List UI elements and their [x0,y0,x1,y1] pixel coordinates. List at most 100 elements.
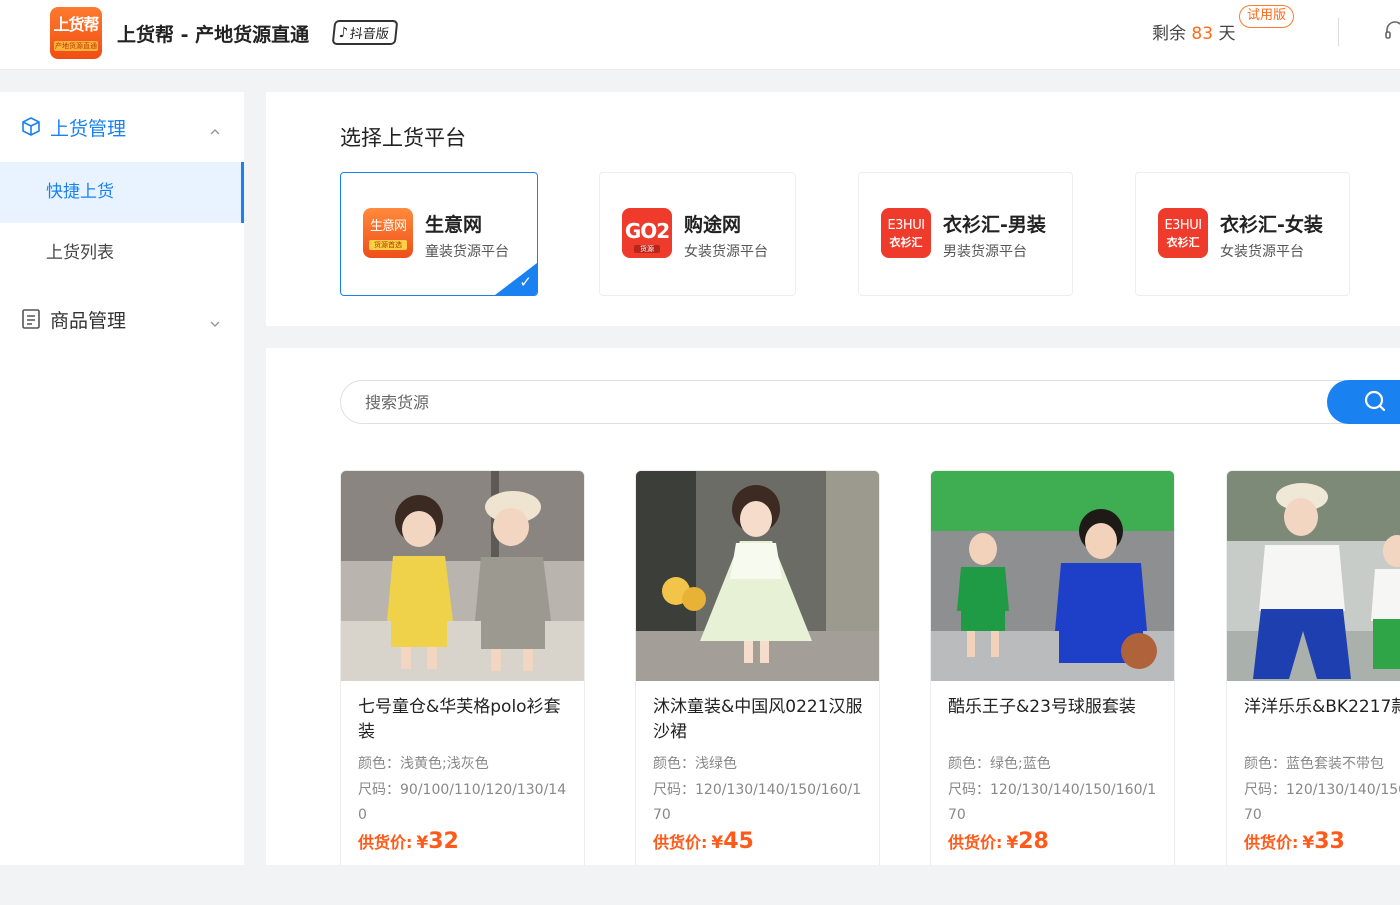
platform-card-e3hui-men[interactable]: E3HUI 衣衫汇 衣衫汇-男装 男装货源平台 [858,172,1073,296]
product-color: 颜色：蓝色套装不带包 [1244,753,1400,773]
product-card[interactable]: 沐沐童装&中国风0221汉服沙裙 颜色：浅绿色 尺码：120/130/140/1… [635,470,880,865]
product-title: 七号童仓&华芙格polo衫套装 [358,697,561,742]
product-size: 尺码：120/130/140/150/160/170 [948,778,1160,828]
platform-logo-bottom: 货源 [634,245,660,253]
product-size: 尺码：90/100/110/120/130/140 [358,778,570,828]
top-header: 上货帮 产地货源直通 上货帮 - 产地货源直通 ♪ 抖音版 剩余 83 天 试用… [0,0,1400,70]
product-price: 供货价: ¥33 [1244,829,1345,854]
search-bar [340,380,1400,424]
color-value: 浅黄色;浅灰色 [400,756,489,772]
platform-logo: E3HUI 衣衫汇 [1158,208,1208,258]
color-value: 绿色;蓝色 [990,756,1051,772]
section-title: 选择上货平台 [340,126,466,150]
product-title: 洋洋乐乐&BK2217款套装 [1244,697,1400,717]
product-size: 尺码：120/130/140/150/160/170 [1244,778,1400,828]
product-color: 颜色：绿色;蓝色 [948,753,1166,773]
size-label: 尺码： [948,782,990,798]
product-card[interactable]: 洋洋乐乐&BK2217款套装 颜色：蓝色套装不带包 尺码：120/130/140… [1226,470,1400,865]
platform-card-e3hui-women[interactable]: E3HUI 衣衫汇 衣衫汇-女装 女装货源平台 [1135,172,1350,296]
currency-symbol: ¥ [711,833,724,853]
product-price: 供货价: ¥28 [948,829,1049,854]
sidebar-item-listing-list[interactable]: 上货列表 [0,223,244,284]
header-divider [1338,18,1339,46]
platform-panel: 选择上货平台 生意网 货源首选 生意网 童装货源平台 ✓ GO2 货源 购途网 … [266,92,1400,326]
product-image[interactable] [636,471,879,681]
search-icon [1364,390,1386,412]
price-label: 供货价: [653,833,708,852]
headset-icon[interactable] [1384,20,1400,42]
color-value: 蓝色套装不带包 [1286,756,1384,772]
currency-symbol: ¥ [416,833,429,853]
product-price: 供货价: ¥45 [653,829,754,854]
product-card[interactable]: 七号童仓&华芙格polo衫套装 颜色：浅黄色;浅灰色 尺码：90/100/110… [340,470,585,865]
sidebar-group-listing[interactable]: 上货管理 [0,92,244,162]
document-icon [20,308,42,330]
product-image[interactable] [341,471,584,681]
search-button[interactable] [1327,380,1400,424]
box-icon [20,116,42,138]
search-input[interactable] [365,390,1265,414]
app-title: 上货帮 - 产地货源直通 [117,24,310,46]
color-label: 颜色： [1244,756,1286,772]
platform-logo-bottom: 衣衫汇 [889,236,923,249]
remaining-days-count: 83 [1191,24,1214,44]
price-value: 32 [428,829,459,854]
sidebar-group-products[interactable]: 商品管理 [0,284,244,354]
douyin-badge: ♪ 抖音版 [331,20,399,45]
remaining-prefix: 剩余 [1152,24,1186,44]
product-title: 沐沐童装&中国风0221汉服沙裙 [653,697,863,742]
platform-desc: 女装货源平台 [684,244,768,260]
product-image[interactable] [1227,471,1400,681]
check-icon: ✓ [519,273,532,291]
size-label: 尺码： [653,782,695,798]
size-label: 尺码： [358,782,400,798]
platform-logo-top: E3HUI [1164,218,1202,233]
color-value: 浅绿色 [695,756,737,772]
trial-badge[interactable]: 试用版 [1239,5,1295,28]
size-label: 尺码： [1244,782,1286,798]
color-label: 颜色： [948,756,990,772]
product-card[interactable]: 酷乐王子&23号球服套装 颜色：绿色;蓝色 尺码：120/130/140/150… [930,470,1175,865]
platform-logo-top: GO2 [624,219,670,243]
douyin-note-icon: ♪ [338,24,349,41]
douyin-badge-label: 抖音版 [348,27,390,42]
color-label: 颜色： [653,756,695,772]
price-label: 供货价: [948,833,1003,852]
price-value: 45 [723,829,754,854]
platform-logo-bottom: 衣衫汇 [1166,236,1200,249]
product-image[interactable] [931,471,1174,681]
platform-name: 生意网 [425,214,483,236]
platform-desc: 男装货源平台 [943,244,1027,260]
platform-logo: E3HUI 衣衫汇 [881,208,931,258]
platform-name: 购途网 [684,214,742,236]
remaining-days: 剩余 83 天 [1152,19,1235,44]
platform-card-go2[interactable]: GO2 货源 购途网 女装货源平台 [599,172,796,296]
sidebar-group-label: 上货管理 [50,117,127,140]
chevron-down-icon [210,312,220,327]
sidebar-item-quick-listing[interactable]: 快捷上货 [0,162,244,223]
platform-card-syw[interactable]: 生意网 货源首选 生意网 童装货源平台 ✓ [340,172,538,296]
platform-logo-top: E3HUI [887,218,925,233]
product-title: 酷乐王子&23号球服套装 [948,697,1136,717]
product-size: 尺码：120/130/140/150/160/170 [653,778,865,828]
platform-logo: GO2 货源 [622,208,672,258]
platform-logo: 生意网 货源首选 [363,208,413,258]
color-label: 颜色： [358,756,400,772]
currency-symbol: ¥ [1006,833,1019,853]
currency-symbol: ¥ [1302,833,1315,853]
platform-name: 衣衫汇-男装 [943,214,1046,236]
price-value: 28 [1018,829,1049,854]
product-panel: 七号童仓&华芙格polo衫套装 颜色：浅黄色;浅灰色 尺码：90/100/110… [266,348,1400,865]
logo-subtext: 产地货源直通 [54,41,98,51]
price-label: 供货价: [358,833,413,852]
price-value: 33 [1314,829,1345,854]
platform-name: 衣衫汇-女装 [1220,214,1323,236]
price-label: 供货价: [1244,833,1299,852]
sidebar: 上货管理 快捷上货 上货列表 商品管理 [0,92,244,865]
product-color: 颜色：浅黄色;浅灰色 [358,753,576,773]
platform-logo-bottom: 货源首选 [369,240,407,250]
app-logo[interactable]: 上货帮 产地货源直通 [50,7,102,59]
platform-desc: 女装货源平台 [1220,244,1304,260]
remaining-suffix: 天 [1218,24,1236,44]
platform-desc: 童装货源平台 [425,244,509,260]
